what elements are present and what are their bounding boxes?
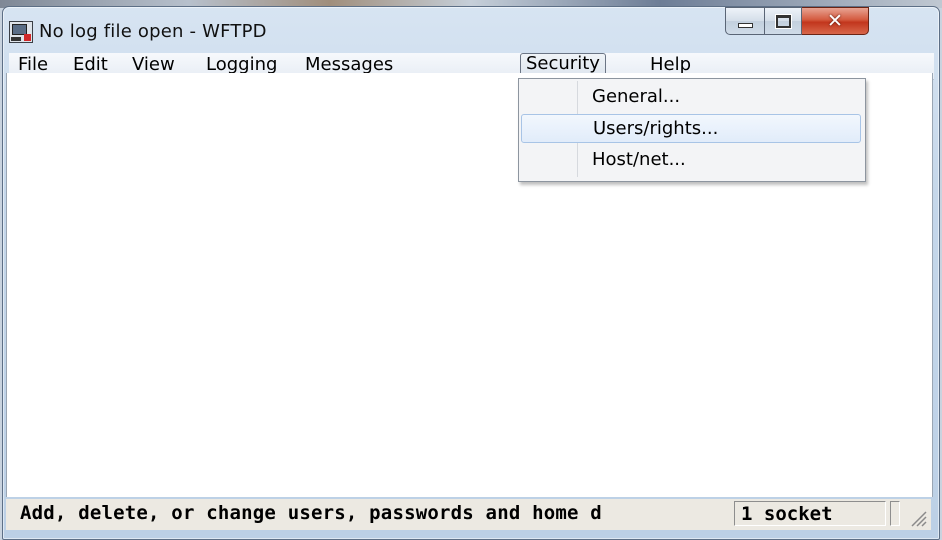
window-title: No log file open - WFTPD bbox=[39, 21, 267, 42]
status-bar: Add, delete, or change users, passwords … bbox=[6, 499, 931, 530]
socket-count: 1 socket bbox=[734, 501, 886, 526]
close-button[interactable]: ✕ bbox=[802, 7, 869, 35]
menu-item-label: Host/net... bbox=[592, 149, 686, 170]
status-message: Add, delete, or change users, passwords … bbox=[20, 502, 602, 524]
maximize-button[interactable] bbox=[765, 7, 802, 35]
close-icon: ✕ bbox=[827, 9, 843, 32]
wftpd-app-icon[interactable] bbox=[9, 21, 33, 43]
minimize-icon bbox=[737, 22, 753, 28]
title-bar[interactable]: No log file open - WFTPD ✕ bbox=[3, 7, 939, 51]
resize-grip-icon[interactable] bbox=[907, 507, 927, 527]
menu-item-host-net[interactable]: Host/net... bbox=[521, 146, 859, 174]
security-dropdown-menu: General... Users/rights... Host/net... bbox=[518, 78, 866, 182]
status-pane-empty bbox=[890, 501, 900, 526]
caption-buttons: ✕ bbox=[725, 7, 869, 35]
minimize-button[interactable] bbox=[725, 7, 765, 35]
menu-item-label: Users/rights... bbox=[593, 118, 719, 139]
menu-item-general[interactable]: General... bbox=[521, 83, 859, 111]
menu-item-users-rights[interactable]: Users/rights... bbox=[521, 114, 861, 143]
maximize-icon bbox=[775, 14, 791, 28]
menu-item-label: General... bbox=[592, 86, 681, 107]
